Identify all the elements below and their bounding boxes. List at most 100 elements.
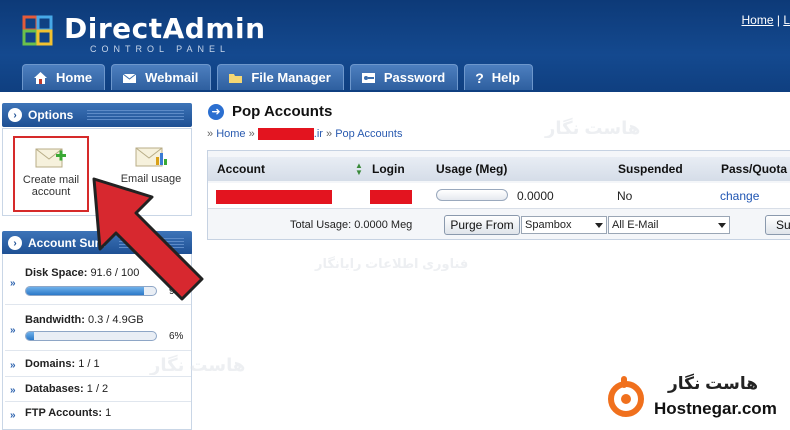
- account-summary-panel: » Disk Space: 91.6 / 100 91% » Bandwidth…: [2, 254, 192, 430]
- disk-space-bar: [25, 286, 157, 296]
- breadcrumb-separator: »: [207, 128, 217, 140]
- change-link[interactable]: change: [720, 189, 759, 203]
- total-usage: Total Usage: 0.0000 Meg: [290, 219, 413, 231]
- divider: [5, 350, 191, 351]
- column-pass-quota[interactable]: Pass/Quota: [721, 162, 787, 176]
- account-summary-header[interactable]: › Account Sum: [2, 231, 192, 255]
- domains-value: 1 / 1: [78, 358, 100, 370]
- databases-value: 1 / 2: [86, 383, 109, 395]
- usage-bar: [436, 189, 508, 201]
- ftp-accounts-value: 1: [105, 407, 112, 419]
- breadcrumb-separator: »: [248, 128, 258, 140]
- logo-text: DirectAdmin: [64, 12, 266, 45]
- directadmin-logo[interactable]: DirectAdmin CONTROL PANEL: [22, 12, 265, 54]
- purge-folder-value: Spambox: [525, 219, 572, 231]
- chevron-right-icon: »: [10, 325, 16, 336]
- table-row: 0.0000 No change: [208, 183, 790, 209]
- disk-space-value: 91.6 / 100: [90, 267, 140, 279]
- table-footer: Total Usage: 0.0000 Meg Purge From Spamb…: [208, 211, 790, 239]
- ftp-accounts-label: FTP Accounts:: [25, 407, 103, 419]
- ftp-accounts-stat: FTP Accounts: 1: [25, 407, 111, 419]
- dropdown-arrow-icon: [595, 223, 603, 228]
- tab-file-manager[interactable]: File Manager: [217, 64, 344, 90]
- column-suspended[interactable]: Suspended: [618, 162, 683, 176]
- tab-password-label: Password: [383, 70, 446, 85]
- tab-help[interactable]: ? Help: [464, 64, 533, 90]
- header-stripes: [119, 238, 184, 248]
- envelope-plus-icon: [35, 148, 66, 168]
- chevron-right-icon: »: [10, 278, 16, 289]
- key-icon: [361, 72, 375, 83]
- redacted-account: [216, 189, 332, 204]
- page-title: ➜ Pop Accounts: [208, 103, 332, 120]
- hostnegar-logo-icon: [608, 376, 644, 417]
- arrow-right-icon: ➜: [208, 103, 224, 120]
- email-usage-button[interactable]: Email usage: [113, 137, 189, 207]
- column-login[interactable]: Login: [372, 162, 405, 176]
- account-summary-title: Account Sum: [28, 236, 106, 250]
- redacted-domain: [257, 128, 314, 141]
- disk-space-fill: [26, 287, 145, 295]
- usage-value: 0.0000: [517, 189, 554, 203]
- create-mail-account-button[interactable]: Create mail account: [13, 136, 89, 212]
- breadcrumb-separator: »: [326, 128, 336, 140]
- create-mail-label-2: account: [31, 186, 71, 198]
- suspended-value: No: [617, 189, 633, 203]
- envelope-chart-icon: [135, 147, 167, 167]
- domains-stat: Domains: 1 / 1: [25, 358, 100, 370]
- bandwidth-value: 0.3 / 4.9GB: [87, 314, 144, 326]
- breadcrumb-domain-suffix[interactable]: .ir: [314, 128, 323, 140]
- dropdown-arrow-icon: [718, 223, 726, 228]
- main-tabs: Home Webmail File Manager Password ? Hel…: [22, 64, 533, 90]
- account-cell[interactable]: [216, 189, 332, 204]
- brand-english: Hostnegar.com: [654, 399, 777, 418]
- header-stripes: [87, 110, 184, 120]
- disk-space-label: Disk Space:: [25, 267, 88, 279]
- breadcrumb: » Home » .ir » Pop Accounts: [207, 128, 402, 141]
- header-bar: DirectAdmin CONTROL PANEL Home | L Home …: [0, 0, 790, 92]
- divider: [5, 376, 191, 377]
- top-links: Home | L: [742, 13, 790, 27]
- divider: [5, 401, 191, 402]
- email-usage-label: Email usage: [120, 173, 182, 185]
- databases-stat: Databases: 1 / 2: [25, 383, 108, 395]
- bandwidth-stat: Bandwidth: 0.3 / 4.9GB: [25, 314, 144, 326]
- options-header[interactable]: › Options: [2, 103, 192, 127]
- column-account[interactable]: Account: [217, 162, 265, 176]
- home-link[interactable]: Home: [742, 13, 774, 27]
- chevron-right-icon: »: [10, 360, 16, 371]
- submit-button[interactable]: Su: [765, 215, 790, 235]
- bandwidth-fill: [26, 332, 34, 340]
- chevron-right-icon: »: [10, 410, 16, 421]
- breadcrumb-home[interactable]: Home: [216, 128, 245, 140]
- collapse-icon: ›: [8, 236, 22, 250]
- collapse-icon: ›: [8, 108, 22, 122]
- bandwidth-bar: [25, 331, 157, 341]
- logout-link[interactable]: L: [783, 13, 790, 27]
- table-header: Account ▲ ▼ Login Usage (Meg) Suspended P…: [208, 157, 790, 181]
- tab-home[interactable]: Home: [22, 64, 106, 90]
- purge-folder-select[interactable]: Spambox: [521, 216, 607, 234]
- disk-space-percent: 91%: [169, 286, 190, 297]
- options-title: Options: [28, 108, 74, 122]
- tab-password[interactable]: Password: [349, 64, 459, 90]
- chevron-right-icon: »: [10, 385, 16, 396]
- house-icon: [34, 71, 47, 84]
- brand-persian: هاست نگار: [668, 374, 759, 393]
- login-cell[interactable]: [370, 189, 412, 204]
- domains-label: Domains:: [25, 358, 76, 370]
- sort-arrows-icon[interactable]: ▲ ▼: [355, 162, 363, 177]
- tab-webmail[interactable]: Webmail: [111, 64, 212, 90]
- tab-help-label: Help: [491, 70, 520, 85]
- watermark-subtext: فناوری اطلاعات رایانگار: [315, 256, 469, 271]
- options-panel: Create mail account Email usage: [2, 128, 192, 216]
- folder-icon: [229, 73, 243, 83]
- logo-subtitle: CONTROL PANEL: [90, 44, 231, 54]
- purge-scope-select[interactable]: All E-Mail: [608, 216, 730, 234]
- tab-file-manager-label: File Manager: [251, 70, 331, 85]
- breadcrumb-current[interactable]: Pop Accounts: [335, 128, 402, 140]
- disk-space-stat: Disk Space: 91.6 / 100: [25, 267, 139, 279]
- purge-from-button[interactable]: Purge From: [444, 215, 520, 235]
- column-usage[interactable]: Usage (Meg): [436, 162, 507, 176]
- question-icon: ?: [475, 69, 484, 86]
